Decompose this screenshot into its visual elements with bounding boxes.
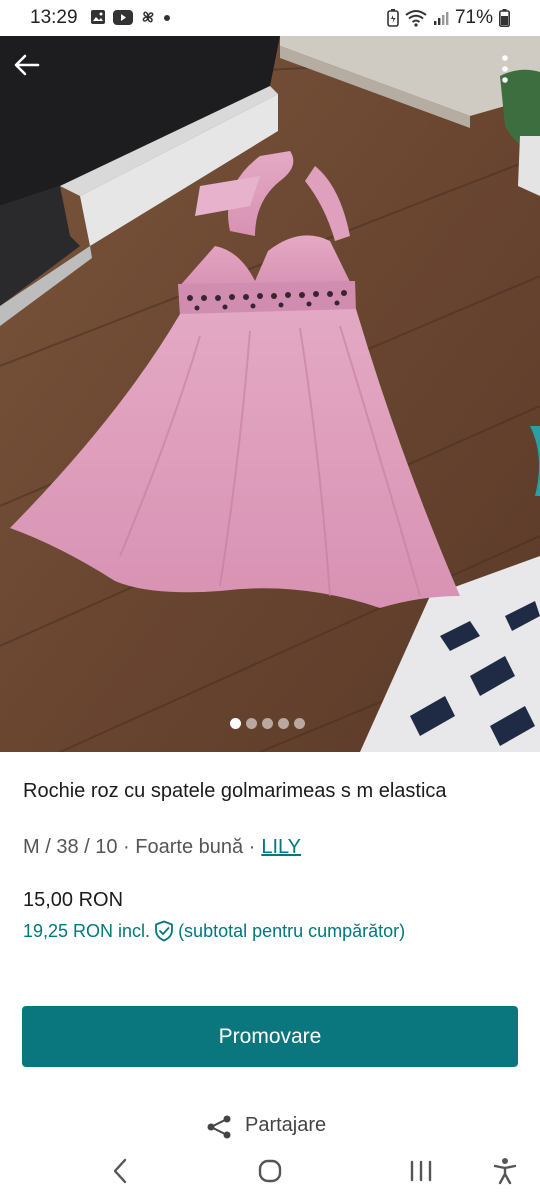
- buyer-price-value: 19,25 RON incl.: [23, 920, 151, 941]
- item-title: Rochie roz cu spatele golmarimeas s m el…: [23, 780, 447, 802]
- pagination-dot[interactable]: [278, 718, 289, 729]
- nav-recents-button[interactable]: [406, 1156, 436, 1186]
- nav-home-button[interactable]: [255, 1156, 285, 1186]
- back-button[interactable]: [14, 54, 50, 90]
- arrow-left-icon: [14, 54, 40, 76]
- recents-icon: [410, 1160, 432, 1182]
- buyer-price-note: (subtotal pentru cumpărător): [178, 920, 406, 941]
- image-pagination[interactable]: [230, 718, 305, 729]
- battery-percent: 71%: [454, 7, 493, 28]
- pagination-dot[interactable]: [262, 718, 273, 729]
- pinwheel-icon: [142, 11, 154, 23]
- share-icon: [207, 1115, 231, 1139]
- promote-button[interactable]: Promovare: [22, 1006, 518, 1067]
- pagination-dot[interactable]: [230, 718, 241, 729]
- dot-icon: [164, 15, 170, 21]
- pagination-dot[interactable]: [246, 718, 257, 729]
- share-label: Partajare: [245, 1114, 327, 1136]
- item-meta: M / 38 / 10 · Foarte bună · LILY: [23, 836, 301, 859]
- battery-icon: [499, 9, 510, 27]
- home-circle-icon: [258, 1159, 282, 1183]
- pagination-dot[interactable]: [294, 718, 305, 729]
- chevron-left-icon: [113, 1158, 127, 1184]
- status-bar: 13:29 71%: [0, 0, 540, 36]
- share-button[interactable]: Partajare: [205, 1114, 326, 1140]
- more-vertical-icon: [502, 55, 508, 83]
- nav-accessibility-button[interactable]: [490, 1156, 520, 1186]
- gallery-icon: [91, 10, 105, 24]
- status-right: 71%: [387, 7, 510, 29]
- brand-link[interactable]: LILY: [261, 836, 301, 859]
- item-price: 15,00 RON: [23, 889, 124, 911]
- accessibility-icon: [493, 1158, 517, 1185]
- signal-icon: [433, 12, 449, 25]
- notification-icons: [90, 9, 171, 25]
- battery-saver-icon: [387, 9, 399, 27]
- system-nav-bar: [0, 1140, 540, 1204]
- status-time: 13:29: [30, 7, 78, 28]
- buyer-price[interactable]: 19,25 RON incl. (subtotal pentru cumpără…: [23, 920, 405, 942]
- more-options-button[interactable]: [502, 54, 522, 90]
- youtube-icon: [113, 9, 133, 25]
- wifi-icon: [405, 10, 427, 27]
- shield-check-icon: [155, 920, 173, 942]
- product-photo[interactable]: [0, 36, 540, 752]
- nav-back-button[interactable]: [105, 1156, 135, 1186]
- product-image: [0, 36, 540, 752]
- item-size-condition: M / 38 / 10 · Foarte bună ·: [23, 836, 256, 858]
